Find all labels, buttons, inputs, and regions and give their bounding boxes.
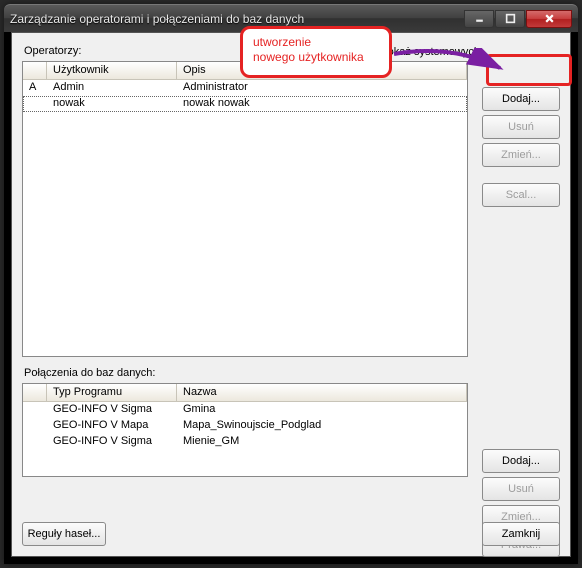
close-dialog-button[interactable]: Zamknij xyxy=(482,522,560,546)
delete-connection-button[interactable]: Usuń xyxy=(482,477,560,501)
connections-header: Typ Programu Nazwa xyxy=(23,384,467,402)
merge-operator-button[interactable]: Scal... xyxy=(482,183,560,207)
add-operator-button[interactable]: Dodaj... xyxy=(482,87,560,111)
dialog-window: Zarządzanie operatorami i połączeniami d… xyxy=(4,4,578,564)
cell-prog: GEO-INFO V Sigma xyxy=(47,434,177,450)
operators-table[interactable]: Użytkownik Opis A Admin Administrator no… xyxy=(22,61,468,357)
add-connection-button[interactable]: Dodaj... xyxy=(482,449,560,473)
col-header-user[interactable]: Użytkownik xyxy=(47,62,177,80)
close-col: Zamknij xyxy=(482,522,560,546)
cell-prog: GEO-INFO V Mapa xyxy=(47,418,177,434)
cell-a xyxy=(23,96,47,112)
client-area: Operatorzy: Pokaż systemowych Użytkownik… xyxy=(11,32,571,557)
table-row[interactable]: GEO-INFO V Sigma Gmina xyxy=(23,402,467,418)
table-row[interactable]: A Admin Administrator xyxy=(23,80,467,96)
annotation-callout: utworzenie nowego użytkownika xyxy=(240,26,392,78)
cell-desc: Administrator xyxy=(177,80,467,96)
cell-name: Mienie_GM xyxy=(177,434,467,450)
cell-name: Gmina xyxy=(177,402,467,418)
annotation-text2: nowego użytkownika xyxy=(253,50,379,65)
cell-desc: nowak nowak xyxy=(177,96,467,112)
operators-body: A Admin Administrator nowak nowak nowak xyxy=(23,80,467,112)
edit-operator-button[interactable]: Zmień... xyxy=(482,143,560,167)
cell-blank xyxy=(23,402,47,418)
window-controls xyxy=(464,10,572,28)
table-row[interactable]: nowak nowak nowak xyxy=(23,96,467,112)
col-header-blank[interactable] xyxy=(23,384,47,402)
cell-blank xyxy=(23,418,47,434)
connections-body: GEO-INFO V Sigma Gmina GEO-INFO V Mapa M… xyxy=(23,402,467,450)
table-row[interactable]: GEO-INFO V Mapa Mapa_Swinoujscie_Podglad xyxy=(23,418,467,434)
minimize-button[interactable] xyxy=(464,10,494,28)
cell-a: A xyxy=(23,80,47,96)
cell-blank xyxy=(23,434,47,450)
col-header-a[interactable] xyxy=(23,62,47,80)
password-rules-button[interactable]: Reguły haseł... xyxy=(22,522,106,546)
close-button[interactable] xyxy=(526,10,572,28)
annotation-text1: utworzenie xyxy=(253,35,379,50)
cell-user: nowak xyxy=(47,96,177,112)
cell-prog: GEO-INFO V Sigma xyxy=(47,402,177,418)
table-row[interactable]: GEO-INFO V Sigma Mienie_GM xyxy=(23,434,467,450)
cell-name: Mapa_Swinoujscie_Podglad xyxy=(177,418,467,434)
connections-label: Połączenia do baz danych: xyxy=(24,367,560,379)
maximize-button[interactable] xyxy=(495,10,525,28)
operators-buttons: Dodaj... Usuń Zmień... Scal... xyxy=(482,87,560,207)
show-system-label: Pokaż systemowych xyxy=(380,46,480,58)
cell-user: Admin xyxy=(47,80,177,96)
delete-operator-button[interactable]: Usuń xyxy=(482,115,560,139)
col-header-name[interactable]: Nazwa xyxy=(177,384,467,402)
connections-table[interactable]: Typ Programu Nazwa GEO-INFO V Sigma Gmin… xyxy=(22,383,468,477)
col-header-prog[interactable]: Typ Programu xyxy=(47,384,177,402)
window-title: Zarządzanie operatorami i połączeniami d… xyxy=(10,12,464,26)
